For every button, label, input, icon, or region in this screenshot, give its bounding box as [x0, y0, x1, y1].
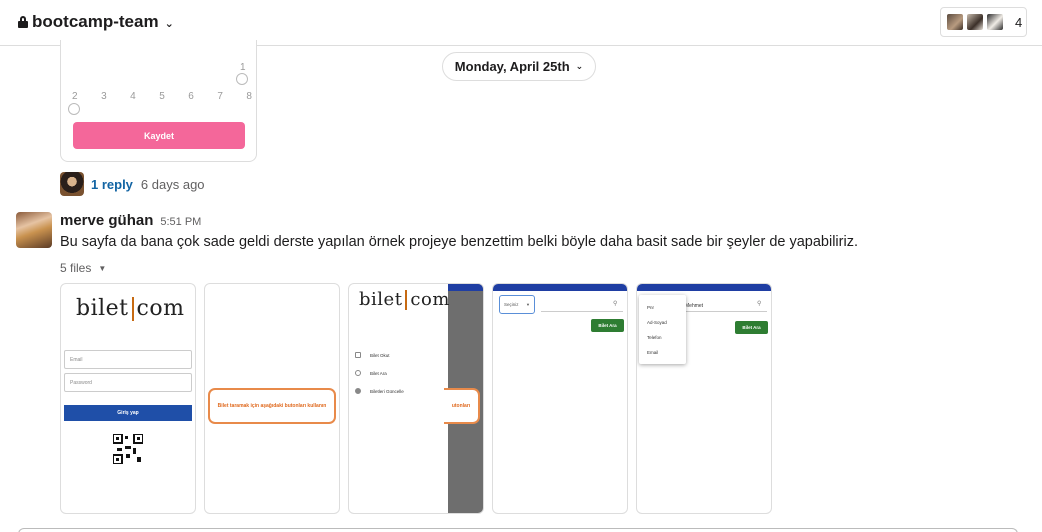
message-author[interactable]: merve gühan [60, 212, 153, 229]
radio-button[interactable] [236, 73, 248, 85]
biletcom-logo: bilet com [76, 296, 185, 321]
search-icon: ⚲ [613, 301, 618, 307]
files-toggle[interactable]: 5 files ▼ [60, 261, 106, 275]
date-label: Monday, April 25th [454, 59, 570, 74]
search-field [541, 311, 623, 312]
caret-down-icon: ▼ [98, 263, 107, 273]
search-ticket-button: Bilet Ara [735, 321, 768, 334]
member-avatar [946, 13, 964, 31]
password-field: Password [64, 373, 192, 392]
login-button: Giriş yap [64, 405, 192, 421]
email-field: Email [64, 350, 192, 369]
search-value: Mehmet [685, 303, 704, 309]
message-timestamp[interactable]: 5:51 PM [160, 216, 201, 228]
select-field: Seçiniz ▼ [499, 295, 535, 314]
menu-item-bilet-okut: Bilet Okut [355, 352, 390, 358]
save-button[interactable]: Kaydet [73, 122, 245, 149]
channel-name-button[interactable]: bootcamp-team ⌄ [18, 12, 174, 32]
scale-label: 4 [130, 91, 136, 102]
dropdown-option: Pnr [647, 305, 655, 310]
avatar [60, 172, 84, 196]
scale-label: 7 [217, 91, 223, 102]
search-field [685, 311, 767, 312]
select-dropdown: Pnr Ad-Soyad Telefon Email [639, 295, 686, 364]
message-header: merve gühan 5:51 PM [60, 212, 201, 229]
app-bar [493, 284, 627, 291]
menu-item-biletleri-guncelle: Biletleri Güncelle [355, 388, 404, 394]
instruction-box: Bilet taramak için aşağıdaki butonları k… [208, 388, 336, 424]
reply-time: 6 days ago [140, 176, 205, 192]
file-thumbnail-scan[interactable]: Bilet taramak için aşağıdaki butonları k… [204, 283, 340, 514]
avatar[interactable] [16, 212, 52, 248]
chevron-down-icon: ⌄ [164, 17, 174, 30]
scale-label: 8 [246, 91, 252, 102]
search-icon [355, 370, 361, 376]
search-ticket-button: Bilet Ara [591, 319, 624, 332]
search-icon: ⚲ [757, 301, 762, 307]
file-thumbnail-search-dropdown[interactable]: Mehmet ⚲ Bilet Ara Pnr Ad-Soyad Telefon … [636, 283, 772, 514]
scale-label: 6 [188, 91, 194, 102]
lock-icon [18, 16, 28, 28]
date-divider-button[interactable]: Monday, April 25th ⌄ [442, 52, 596, 81]
cloud-icon [355, 388, 361, 394]
dropdown-option: Ad-Soyad [647, 320, 667, 325]
reply-count-link[interactable]: 1 reply [91, 177, 133, 192]
member-avatar [986, 13, 1004, 31]
scale-label: 2 [72, 91, 78, 102]
file-thumbnail-search[interactable]: Seçiniz ▼ ⚲ Bilet Ara [492, 283, 628, 514]
app-bar [448, 284, 483, 291]
message-text: Bu sayfa da bana çok sade geldi derste y… [60, 234, 858, 250]
instruction-box-partial: utonları [444, 388, 480, 424]
message-composer[interactable] [18, 528, 1018, 532]
members-button[interactable]: 4 [940, 7, 1027, 37]
radio-button[interactable] [68, 103, 80, 115]
previous-attachment-card[interactable]: 1 2 3 4 5 6 7 8 Kaydet [60, 40, 257, 162]
file-thumbnail-login[interactable]: bilet com Email Password Giriş yap [60, 283, 196, 514]
dropdown-option: Email [647, 350, 659, 355]
file-thumbnail-drawer[interactable]: utonları bilet com Bilet Okut Bilet Ara B… [348, 283, 484, 514]
dropdown-option: Telefon [647, 335, 662, 340]
files-count: 5 files [60, 261, 92, 275]
rating-scale: 2 3 4 5 6 7 8 [72, 91, 252, 102]
chevron-down-icon: ⌄ [575, 61, 584, 71]
member-avatar [966, 13, 984, 31]
qr-code-icon [113, 434, 143, 464]
menu-item-bilet-ara: Bilet Ara [355, 370, 387, 376]
channel-name: bootcamp-team [32, 12, 159, 31]
scale-label: 5 [159, 91, 165, 102]
scale-label: 1 [240, 62, 246, 73]
thread-replies: 1 reply 6 days ago [60, 172, 205, 196]
member-count: 4 [1015, 14, 1023, 30]
app-bar [637, 284, 771, 291]
qr-icon [355, 352, 361, 358]
biletcom-logo: bilet com [359, 289, 450, 310]
scale-label: 3 [101, 91, 107, 102]
